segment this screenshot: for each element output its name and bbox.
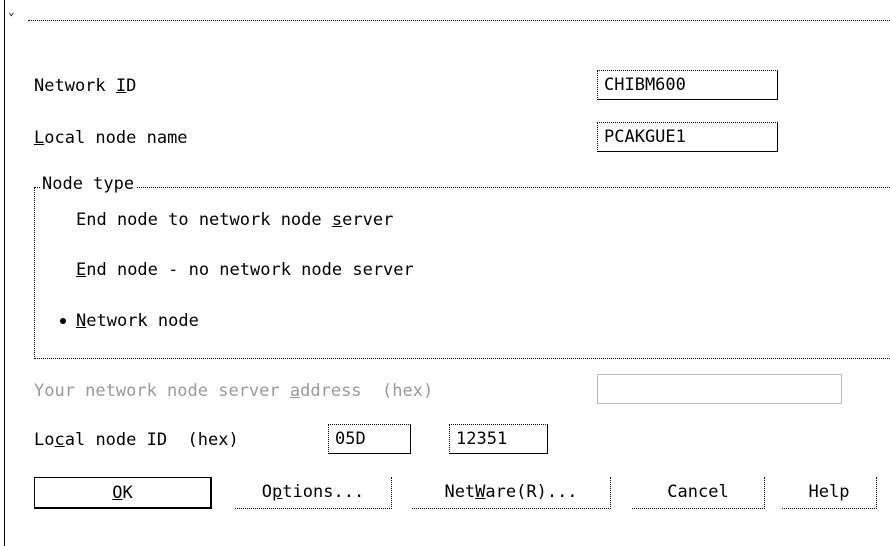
- options-button[interactable]: Options...: [235, 477, 392, 509]
- radio-network-node[interactable]: Network node: [76, 311, 199, 331]
- window-left-border: [4, 0, 5, 546]
- server-address-label: Your network node server address (hex): [34, 381, 434, 401]
- radio-end-node-to-server[interactable]: End node to network node server: [76, 210, 393, 230]
- title-separator: [28, 20, 890, 21]
- selected-radio-indicator: [60, 318, 66, 324]
- block-id-input[interactable]: 05D: [328, 424, 411, 454]
- network-id-input[interactable]: CHIBM600: [597, 70, 778, 100]
- radio-end-node-no-server[interactable]: End node - no network node server: [76, 260, 414, 280]
- node-type-group-title: Node type: [40, 173, 137, 195]
- local-node-name-label: Local node name: [34, 128, 188, 148]
- help-button[interactable]: Help: [782, 477, 877, 509]
- local-node-name-input[interactable]: PCAKGUE1: [597, 122, 778, 152]
- cancel-button[interactable]: Cancel: [632, 477, 765, 509]
- netware-button[interactable]: NetWare(R)...: [412, 477, 611, 509]
- network-id-label: Network ID: [34, 76, 137, 96]
- ok-button[interactable]: OK: [34, 477, 212, 509]
- pu-id-input[interactable]: 12351: [449, 424, 548, 454]
- server-address-input[interactable]: [597, 374, 842, 404]
- local-node-id-label: Local node ID (hex): [34, 430, 239, 450]
- system-menu-icon[interactable]: ⌄: [8, 6, 15, 18]
